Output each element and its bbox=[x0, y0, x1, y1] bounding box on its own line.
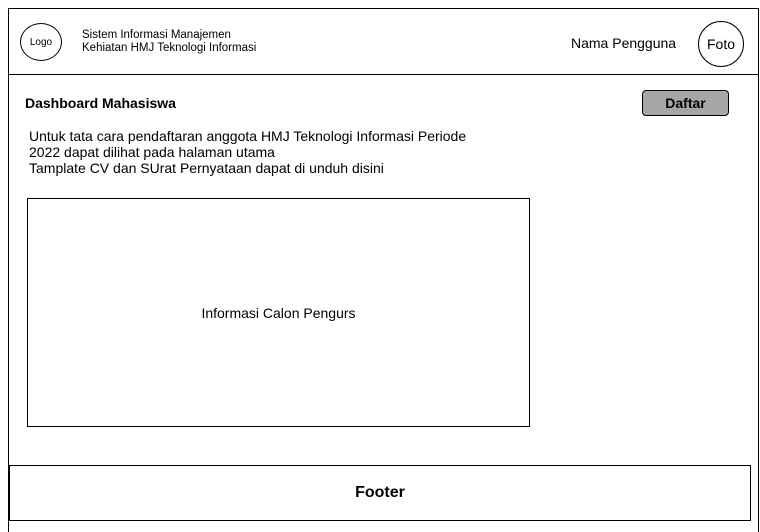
info-text: Untuk tata cara pendaftaran anggota HMJ … bbox=[29, 128, 569, 176]
app-title: Sistem Informasi Manajemen Kehiatan HMJ … bbox=[82, 29, 256, 55]
footer-label: Footer bbox=[355, 484, 405, 501]
avatar-label: Foto bbox=[706, 36, 735, 52]
logo-label: Logo bbox=[29, 36, 53, 48]
info-line: Untuk tata cara pendaftaran anggota HMJ … bbox=[29, 128, 467, 144]
avatar[interactable]: Foto bbox=[698, 21, 744, 67]
header: Logo Sistem Informasi Manajemen Kehiatan… bbox=[9, 9, 758, 75]
app-title-line-1: Sistem Informasi Manajemen bbox=[82, 29, 231, 41]
download-info-line[interactable]: Tamplate CV dan SUrat Pernyataan dapat d… bbox=[29, 160, 569, 176]
app-frame: Logo Sistem Informasi Manajemen Kehiatan… bbox=[8, 8, 759, 532]
page-title: Dashboard Mahasiswa bbox=[25, 95, 176, 111]
register-button[interactable]: Daftar bbox=[642, 90, 729, 116]
candidate-info-label: Informasi Calon Pengurs bbox=[201, 304, 356, 321]
app-title-line-2: Kehiatan HMJ Teknologi Informasi bbox=[82, 42, 257, 54]
footer: Footer bbox=[9, 465, 751, 521]
candidate-info-box: Informasi Calon Pengurs bbox=[27, 198, 530, 427]
logo[interactable]: Logo bbox=[20, 23, 62, 61]
info-line: 2022 dapat dilihat pada halaman utama bbox=[29, 144, 275, 160]
user-name[interactable]: Nama Pengguna bbox=[571, 35, 676, 51]
